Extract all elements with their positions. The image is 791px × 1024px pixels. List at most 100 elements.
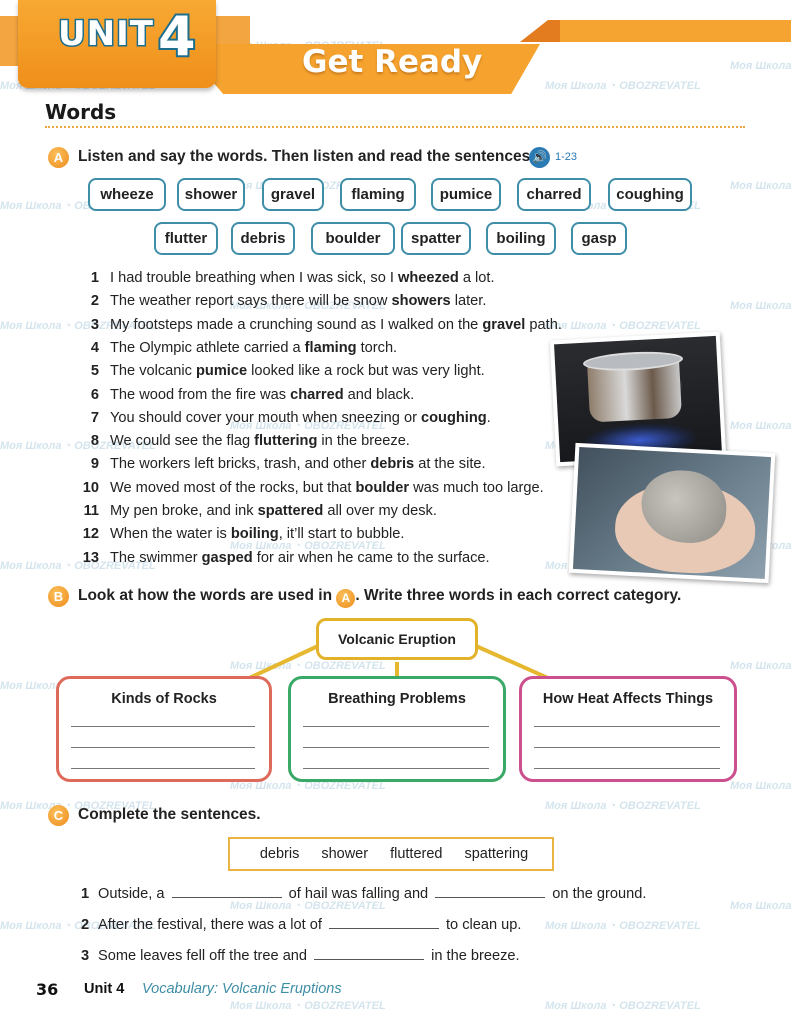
sentence-text: in the breeze. (427, 948, 520, 964)
vocab-word: showers (391, 293, 451, 310)
sentence-text: The workers left bricks, trash, and othe… (110, 456, 371, 473)
watermark-text: OBOZREVATEL (619, 1000, 701, 1012)
answer-line[interactable] (534, 726, 720, 727)
sentence-text: We moved most of the rocks, but that (110, 479, 356, 496)
sentence-number: 5 (90, 363, 99, 380)
sentence-number: 10 (82, 479, 99, 496)
word-chip: gasp (571, 222, 627, 255)
section-heading: Words (45, 100, 117, 124)
watermark-text: Моя Школа (730, 900, 791, 912)
answer-line[interactable] (534, 768, 720, 769)
sentence-number: 2 (81, 917, 90, 933)
watermark-logo-icon: ◔ (606, 320, 620, 332)
answer-line[interactable] (303, 747, 489, 748)
sentence-text: to clean up. (441, 917, 522, 933)
sentence-item: 5 The volcanic pumice looked like a rock … (78, 363, 485, 383)
watermark-text: Моя Школа (0, 680, 62, 692)
word-chip: flaming (340, 178, 416, 211)
completion-sentence: 1 Outside, a of hail was falling and on t… (78, 886, 646, 902)
sentence-text: Some leaves fell off the tree and (98, 948, 312, 964)
sentence-number: 12 (82, 526, 99, 543)
watermark-text: Моя Школа (0, 560, 62, 572)
sentence-text: all over my desk. (323, 503, 437, 519)
sentence-item: 13 The swimmer gasped for air when he cam… (78, 550, 490, 570)
section-c-instruction: Complete the sentences. (78, 806, 261, 823)
word-chip: shower (177, 178, 245, 211)
watermark-text: Моя Школа (0, 440, 62, 452)
sentence-text: of hail was falling and (284, 886, 433, 902)
page-number: 36 (36, 980, 59, 999)
watermark-text: Моя Школа (545, 920, 607, 932)
sentence-number: 3 (81, 948, 90, 964)
word-chip: boulder (311, 222, 395, 255)
heading-divider (45, 126, 745, 128)
watermark: Моя Школа ◔ OBOZREVATEL (730, 780, 791, 792)
sentence-text: Outside, a (98, 886, 169, 902)
sentence-text: My pen broke, and ink (110, 503, 258, 519)
answer-line[interactable] (71, 747, 255, 748)
vocab-word: boulder (355, 479, 410, 496)
answer-blank[interactable] (435, 886, 546, 898)
sentence-item: 4 The Olympic athlete carried a flaming t… (78, 340, 397, 360)
sentence-item: 7 You should cover your mouth when sneezi… (78, 410, 491, 430)
vocab-word: charred (290, 386, 344, 403)
vocab-word: gravel (482, 316, 526, 333)
answer-line[interactable] (534, 747, 720, 748)
word-bank-item: debris (259, 846, 300, 862)
word-bank: debris shower fluttered spattering (228, 837, 554, 871)
sentence-number: 9 (90, 456, 99, 473)
word-bank-item: fluttered (390, 846, 443, 862)
answer-line[interactable] (303, 726, 489, 727)
unit-number: 4 (156, 3, 198, 70)
category-title: Kinds of Rocks (111, 691, 217, 707)
vocab-word: wheezed (397, 270, 459, 286)
watermark: Моя Школа ◔ OBOZREVATEL (730, 900, 791, 912)
watermark-text: Моя Школа (545, 1000, 607, 1012)
sentence-item: 9 The workers left bricks, trash, and oth… (78, 456, 486, 476)
unit-badge: UNIT 4 (18, 0, 216, 88)
sentence-text: was much too large. (409, 479, 544, 496)
sentence-item: 12 When the water is boiling, it’ll start… (78, 526, 405, 546)
sentence-number: 2 (90, 293, 99, 310)
watermark: Моя Школа ◔ OBOZREVATEL (730, 300, 791, 312)
watermark-text: Моя Школа (730, 60, 791, 72)
answer-blank[interactable] (314, 948, 425, 960)
sentence-text: for air when he came to the surface. (252, 549, 490, 566)
sentence-text: later. (450, 293, 487, 310)
watermark-logo-icon: ◔ (291, 1000, 305, 1012)
watermark: Моя Школа ◔ OBOZREVATEL (545, 800, 701, 812)
sentence-number: 1 (90, 270, 99, 286)
answer-blank[interactable] (328, 917, 439, 929)
sentence-text: The volcanic (110, 363, 196, 380)
vocab-word: boiling (230, 526, 279, 543)
watermark-text: Моя Школа (0, 200, 62, 212)
section-a-ref-badge: A (336, 589, 356, 608)
audio-speaker-icon[interactable]: 🔊 (529, 147, 550, 168)
answer-line[interactable] (303, 768, 489, 769)
category-box-breathing: Breathing Problems (288, 676, 506, 782)
answer-line[interactable] (71, 768, 255, 769)
word-chip: gravel (262, 178, 324, 211)
sentence-text: a lot. (458, 270, 495, 286)
word-bank-item: spattering (464, 846, 529, 862)
watermark: Моя Школа ◔ OBOZREVATEL (730, 180, 791, 192)
sentence-text: . (486, 409, 491, 426)
watermark: Моя Школа ◔ OBOZREVATEL (730, 660, 791, 672)
sentence-item: 11 My pen broke, and ink spattered all ov… (78, 503, 437, 523)
watermark-text: Моя Школа (230, 1000, 292, 1012)
sentence-number: 7 (90, 409, 99, 426)
sentence-number: 11 (83, 503, 99, 519)
watermark-text: OBOZREVATEL (619, 320, 701, 332)
answer-blank[interactable] (171, 886, 282, 898)
watermark-logo-icon: ◔ (606, 800, 620, 812)
sentence-number: 1 (81, 886, 90, 902)
sentence-text: I had trouble breathing when I was sick,… (110, 270, 398, 286)
category-box-heat: How Heat Affects Things (519, 676, 737, 782)
sentence-text: looked like a rock but was very light. (247, 363, 485, 380)
sentence-number: 4 (90, 339, 99, 356)
word-chip: pumice (431, 178, 501, 211)
sentence-text: My footsteps made a crunching sound as I… (110, 316, 483, 333)
sentence-text: at the site. (414, 456, 486, 473)
answer-line[interactable] (71, 726, 255, 727)
footer-unit: Unit 4 (84, 981, 125, 997)
